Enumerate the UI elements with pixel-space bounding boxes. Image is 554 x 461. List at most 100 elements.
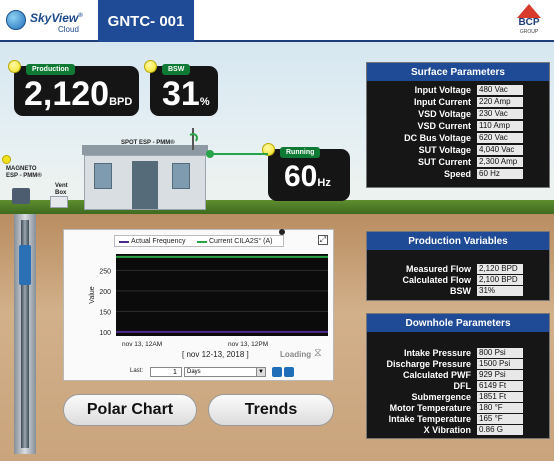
- parameter-name: DFL: [453, 381, 472, 391]
- parameter-row: Intake Temperature 165 °F: [367, 414, 549, 425]
- period-select[interactable]: Days ▼: [184, 367, 266, 377]
- chart-legend: Actual Frequency Current CILA2S° (A): [114, 235, 284, 247]
- parameter-value: 60 Hz: [477, 169, 523, 179]
- bcp-logo-text: BCP: [518, 17, 540, 28]
- parameter-row: X Vibration 0.86 G: [367, 425, 549, 436]
- vent-box-device: [50, 196, 68, 208]
- parameter-row: DFL 6149 Ft: [367, 381, 549, 392]
- parameter-name: DC Bus Voltage: [404, 133, 471, 143]
- legend-swatch-actual-frequency: [119, 241, 129, 243]
- production-label: Production: [26, 64, 75, 75]
- parameter-value: 2,100 BPD: [477, 275, 523, 285]
- parameter-name: Intake Temperature: [388, 414, 471, 424]
- legend-label-current[interactable]: Current CILA2S° (A): [209, 236, 273, 247]
- parameter-name: Input Current: [414, 97, 471, 107]
- parameter-row: Input Current 220 Amp: [367, 97, 549, 108]
- parameter-row: Discharge Pressure 1500 Psi: [367, 359, 549, 370]
- loading-icon: ⧖: [314, 347, 322, 359]
- parameter-row: VSD Current 110 Amp: [367, 121, 549, 132]
- bsw-label: BSW: [162, 64, 191, 75]
- plot-area: [116, 254, 328, 336]
- bsw-metric: BSW 31%: [144, 60, 218, 116]
- parameter-value: 165 °F: [477, 414, 523, 424]
- parameter-name: Speed: [443, 169, 471, 179]
- parameter-value: 110 Amp: [477, 121, 523, 131]
- trend-chart-window: Actual Frequency Current CILA2S° (A) ⤢ 1…: [63, 229, 334, 381]
- parameter-name: Calculated PWF: [402, 370, 471, 380]
- parameter-value: 1851 Ft: [477, 392, 523, 402]
- bsw-value: 31%: [162, 75, 210, 113]
- range-controls: Last: 1 Days ▼: [64, 367, 333, 379]
- logo-name: SkyView®: [30, 11, 83, 25]
- parameter-name: SUT Current: [417, 157, 471, 167]
- x-tick-label: nov 13, 12AM: [122, 341, 162, 348]
- parameter-name: X Vibration: [423, 425, 471, 435]
- last-count-input[interactable]: 1: [150, 367, 182, 377]
- connector-line: [210, 153, 268, 155]
- legend-label-actual-frequency[interactable]: Actual Frequency: [131, 236, 185, 247]
- downhole-parameters-panel: Downhole Parameters Intake Pressure 800 P…: [366, 313, 550, 439]
- parameter-row: DC Bus Voltage 620 Vac: [367, 133, 549, 144]
- parameter-value: 2,120 BPD: [477, 264, 523, 274]
- parameter-row: Intake Pressure 800 Psi: [367, 348, 549, 359]
- bcp-logo-sub: GROUP: [519, 29, 539, 35]
- trends-button[interactable]: Trends: [208, 394, 334, 426]
- parameter-value: 0.86 G: [477, 425, 523, 435]
- parameter-row: Speed 60 Hz: [367, 169, 549, 180]
- production-variables-title: Production Variables: [367, 232, 549, 250]
- y-tick-label: 200: [99, 289, 111, 296]
- y-tick-label: 150: [99, 309, 111, 316]
- vent-label-line1: Vent: [55, 183, 68, 189]
- chevron-down-icon: ▼: [256, 368, 265, 376]
- parameter-row: SUT Current 2,300 Amp: [367, 157, 549, 168]
- magneto-label-line2: ESP - PMM®: [6, 173, 42, 179]
- parameter-row: Motor Temperature 180 °F: [367, 403, 549, 414]
- bcp-logo: BCP GROUP: [510, 4, 548, 40]
- parameter-name: VSD Current: [417, 121, 471, 131]
- shelter-door: [132, 161, 158, 209]
- polar-chart-button[interactable]: Polar Chart: [63, 394, 197, 426]
- magneto-label-line1: MAGNETO: [6, 166, 37, 172]
- parameter-row: Input Voltage 480 Vac: [367, 85, 549, 96]
- spot-shelter: [82, 145, 208, 212]
- parameter-row: SUT Voltage 4,040 Vac: [367, 145, 549, 156]
- running-metric: Running 60Hz: [262, 143, 350, 201]
- parameter-row: BSW 31%: [367, 286, 549, 297]
- top-bar: SkyView® Cloud GNTC- 001 BCP GROUP: [0, 0, 554, 42]
- parameter-row: Measured Flow 2,120 BPD: [367, 264, 549, 275]
- parameter-name: BSW: [450, 286, 471, 296]
- refresh-button[interactable]: [272, 367, 282, 377]
- parameter-value: 929 Psi: [477, 370, 523, 380]
- status-dot-icon: [2, 155, 11, 164]
- export-button[interactable]: [284, 367, 294, 377]
- y-axis-label: Value: [89, 286, 96, 303]
- production-metric: Production 2,120BPD: [8, 60, 139, 116]
- well-title: GNTC- 001: [98, 0, 194, 42]
- parameter-name: Motor Temperature: [389, 403, 471, 413]
- parameter-value: 31%: [477, 286, 523, 296]
- parameter-row: Calculated Flow 2,100 BPD: [367, 275, 549, 286]
- production-variables-panel: Production Variables Measured Flow 2,120 …: [366, 231, 550, 301]
- close-icon[interactable]: [279, 229, 285, 235]
- parameter-row: Calculated PWF 929 Psi: [367, 370, 549, 381]
- parameter-name: Intake Pressure: [403, 348, 471, 358]
- status-dot-icon: [8, 60, 21, 73]
- shelter-window: [94, 163, 112, 189]
- running-label: Running: [280, 147, 321, 158]
- parameter-value: 620 Vac: [477, 133, 523, 143]
- bcp-triangle-icon: [517, 4, 541, 18]
- expand-icon[interactable]: ⤢: [318, 235, 328, 245]
- logo-subtitle: Cloud: [58, 25, 79, 34]
- parameter-value: 1500 Psi: [477, 359, 523, 369]
- parameter-name: Submergence: [411, 392, 471, 402]
- parameter-row: VSD Voltage 230 Vac: [367, 109, 549, 120]
- y-tick-label: 100: [99, 330, 111, 337]
- parameter-name: Discharge Pressure: [386, 359, 471, 369]
- status-dot-icon: [144, 60, 157, 73]
- parameter-value: 4,040 Vac: [477, 145, 523, 155]
- magneto-device: [12, 188, 30, 204]
- parameter-name: Measured Flow: [405, 264, 471, 274]
- legend-swatch-current: [197, 241, 207, 243]
- surface-parameters-title: Surface Parameters: [367, 63, 549, 81]
- vent-box-label: Vent Box: [55, 183, 68, 197]
